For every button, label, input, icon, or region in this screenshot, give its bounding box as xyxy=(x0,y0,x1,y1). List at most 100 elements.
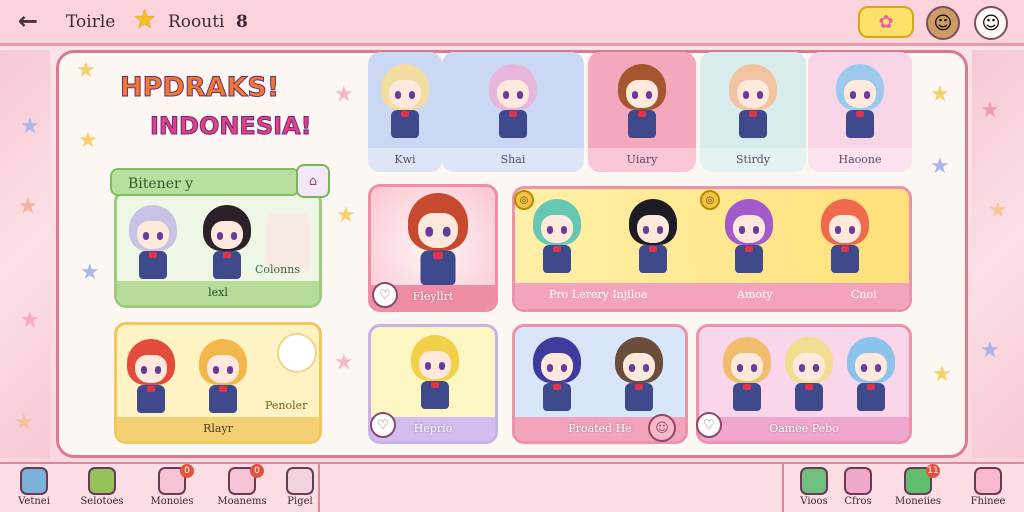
chibi-character xyxy=(485,64,541,144)
team-card-bitener[interactable]: Colonns lexl xyxy=(114,190,322,308)
bag-icon[interactable]: ⌂ xyxy=(296,164,330,198)
back-arrow-icon[interactable]: ← xyxy=(18,8,48,34)
nav-label: Moneiies xyxy=(894,496,942,507)
chibi-character xyxy=(625,199,681,279)
nav-label: Moanems xyxy=(217,496,267,507)
notification-badge: 0 xyxy=(180,464,194,478)
game-logo: HPDRAKS! INDONESIA! xyxy=(119,72,320,154)
avatar-icon: ☺ xyxy=(933,12,953,34)
chibi-character xyxy=(843,337,899,417)
gift-icon: ✿ xyxy=(878,11,894,33)
chat-icon xyxy=(286,467,314,495)
nav-item-fhinee[interactable]: Fhinee xyxy=(956,464,1020,510)
star-icon: ★ xyxy=(980,98,1000,123)
heart-icon[interactable]: ♡ xyxy=(372,282,398,308)
smile-icon: ☺ xyxy=(648,414,676,442)
star-icon: ★ xyxy=(78,128,98,153)
tab-toirle[interactable]: Toirle xyxy=(66,12,115,32)
chibi-character xyxy=(725,64,781,144)
star-icon: ★ xyxy=(980,338,1000,363)
pencil-icon xyxy=(20,467,48,495)
chibi-character xyxy=(611,337,667,417)
heart-icon[interactable]: ♡ xyxy=(370,412,396,438)
nav-item-moanems[interactable]: 0 Moanems xyxy=(210,464,274,510)
nav-item-moneiies[interactable]: 11 Moneiies xyxy=(886,464,950,510)
nav-label: Monoies xyxy=(150,496,194,507)
star-icon: ★ xyxy=(336,203,356,228)
shop-button[interactable]: ✿ xyxy=(858,6,914,38)
face-icon xyxy=(844,467,872,495)
character-card-top[interactable]: Stirdy xyxy=(700,52,806,172)
nav-item-monoies[interactable]: 0 Monoies xyxy=(140,464,204,510)
team-label: Pro Lerery Injiloa xyxy=(549,288,648,301)
team-label: Oamee Pebo xyxy=(699,417,909,441)
star-icon: ★ xyxy=(932,362,952,387)
logo-line2: INDONESIA! xyxy=(150,112,313,141)
top-bar: ← Toirle ★ Roouti 8 ✿ ☺ ☺ xyxy=(0,0,1024,46)
star-icon: ★ xyxy=(930,154,950,179)
chibi-character xyxy=(377,64,433,144)
nav-item-cfros[interactable]: Cfros xyxy=(826,464,890,510)
chibi-character xyxy=(832,64,888,144)
chibi-character xyxy=(817,199,873,279)
ghost-icon xyxy=(277,333,317,373)
chibi-character xyxy=(719,337,775,417)
chibi-character xyxy=(781,337,837,417)
chibi-character xyxy=(125,205,181,285)
character-card-top[interactable]: Haoone xyxy=(808,52,912,172)
rank-icon: ◎ xyxy=(700,190,720,210)
character-card-top[interactable]: Uiary xyxy=(588,52,696,172)
character-label: Uiary xyxy=(588,148,696,172)
chibi-character xyxy=(614,64,670,144)
nav-label: Selotoes xyxy=(80,496,124,507)
star-icon: ★ xyxy=(80,260,100,285)
person-icon xyxy=(974,467,1002,495)
nav-label: Cfros xyxy=(844,496,872,507)
card-footer: Pro Lerery Injiloa Amoty Cnoi xyxy=(515,283,909,309)
character-card-top[interactable]: Shai xyxy=(442,52,584,172)
leaf-icon xyxy=(800,467,828,495)
star-icon: ★ xyxy=(76,58,96,83)
profile-avatar[interactable]: ☺ xyxy=(926,6,960,40)
team-label: Amoty xyxy=(737,288,773,301)
nav-label: Pigel xyxy=(287,496,313,507)
character-label: Haoone xyxy=(808,148,912,172)
team-card-label: lexl xyxy=(117,281,319,305)
team-card-label: Rlayr xyxy=(117,417,319,441)
notification-badge: 0 xyxy=(250,464,264,478)
rank-icon: ◎ xyxy=(514,190,534,210)
nav-item-vetnei[interactable]: Vetnei xyxy=(2,464,66,510)
nav-item-selotoes[interactable]: Selotoes xyxy=(70,464,134,510)
settings-avatar[interactable]: ☺ xyxy=(974,6,1008,40)
side-label: Penoler xyxy=(265,399,308,412)
team-card-oamee[interactable]: Oamee Pebo xyxy=(696,324,912,444)
character-card-top[interactable]: Kwi xyxy=(368,52,442,172)
tab-badge: 8 xyxy=(236,12,248,32)
nav-label: Fhinee xyxy=(970,496,1006,507)
star-icon: ★ xyxy=(20,114,40,139)
nav-item-pigel[interactable]: Pigel xyxy=(268,464,332,510)
logo-line1: HPDRAKS! xyxy=(119,72,280,104)
tab-roouti[interactable]: Roouti xyxy=(168,12,225,32)
character-label: Stirdy xyxy=(700,148,806,172)
featured-character xyxy=(403,193,473,293)
notification-badge: 11 xyxy=(926,464,940,478)
star-icon: ★ xyxy=(334,350,354,375)
star-icon: ★ xyxy=(14,410,34,435)
star-icon: ★ xyxy=(20,308,40,333)
star-icon: ★ xyxy=(133,5,157,35)
chibi-character xyxy=(199,205,255,285)
nav-label: Vetnei xyxy=(18,496,50,507)
section-tag: Bitener y xyxy=(110,168,300,196)
chibi-character xyxy=(195,339,251,419)
team-card-rlayr[interactable]: Penoler Rlayr xyxy=(114,322,322,444)
chibi-character xyxy=(721,199,777,279)
left-decor-strip xyxy=(0,50,50,458)
character-label: Shai xyxy=(442,148,584,172)
star-icon: ★ xyxy=(988,198,1008,223)
star-icon: ★ xyxy=(334,82,354,107)
smile-face-icon: ☺ xyxy=(981,12,1001,34)
chibi-character xyxy=(529,199,585,279)
heart-icon[interactable]: ♡ xyxy=(696,412,722,438)
team-label: Cnoi xyxy=(851,288,877,301)
